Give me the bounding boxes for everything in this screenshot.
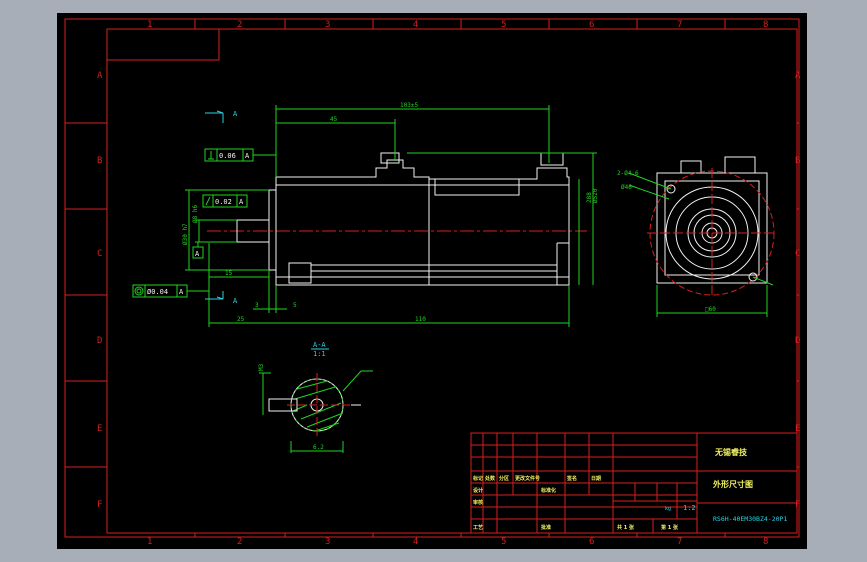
col-label: 7	[677, 20, 682, 30]
col-label: 5	[501, 537, 506, 547]
dim-15: 15	[225, 270, 233, 277]
perp-value: 0.06	[219, 152, 236, 160]
row-label: B	[795, 156, 800, 166]
sheet-number: 第 1 张	[661, 524, 679, 531]
col-label: 5	[501, 20, 506, 30]
dim-60: □60	[705, 306, 716, 313]
header-cell: 签名	[566, 475, 577, 482]
row-label: 设计	[473, 487, 483, 494]
section-arrow-label: A	[233, 297, 238, 305]
company-name: 无锡睿技	[714, 447, 748, 457]
part-number: RS6H-40EM30BZ4-20P1	[713, 515, 787, 523]
col-label: 4	[413, 20, 418, 30]
row-label: 审核	[473, 499, 483, 506]
header-cell: 处数	[484, 475, 496, 482]
section-scale: 1:1	[313, 350, 326, 358]
dim-5: 5	[293, 302, 297, 309]
section-arrow-top	[205, 110, 224, 123]
dim-110: 110	[415, 316, 426, 323]
key-dim: M3	[258, 363, 265, 371]
conc-datum: A	[179, 288, 184, 296]
concentricity-frame	[132, 284, 209, 298]
row-label: C	[795, 249, 800, 259]
front-dimensions	[628, 172, 774, 317]
flat-value: 0.02	[215, 198, 232, 206]
dim-45: 45	[330, 116, 338, 123]
col-label: 6	[589, 537, 594, 547]
mid-label: 批准	[541, 524, 551, 531]
row-label: D	[97, 336, 102, 346]
flat-datum: A	[239, 198, 244, 206]
row-label: A	[97, 71, 103, 81]
row-label: 工艺	[473, 524, 483, 531]
scale-value: 1:2	[683, 504, 696, 512]
header-cell: 标记	[472, 475, 483, 482]
col-label: 8	[763, 20, 768, 30]
dim-103: 103±5	[400, 102, 418, 109]
row-label: B	[97, 156, 102, 166]
col-label: 3	[325, 537, 330, 547]
col-label: 6	[589, 20, 594, 30]
outer-border	[64, 18, 800, 538]
datum-letter: A	[195, 250, 200, 258]
section-arrow-label: A	[233, 110, 238, 118]
row-label: E	[97, 424, 102, 434]
col-label: 2	[237, 20, 242, 30]
row-label: D	[795, 336, 800, 346]
cad-drawing: 1 2 3 4 5 6 7 8 1 2 3 4 5 6 7 8 A B C D …	[64, 18, 801, 547]
dim-h30: Ø30 h7	[182, 223, 189, 245]
row-label: F	[97, 500, 102, 510]
sheet-total: 共 1 张	[617, 524, 635, 531]
col-label: 2	[237, 537, 242, 547]
perp-datum: A	[245, 152, 250, 160]
header-cell: 日期	[591, 475, 601, 482]
mass-label: kg	[665, 506, 671, 512]
corner-stamp-box	[107, 29, 220, 61]
col-label: 3	[325, 20, 330, 30]
drawing-name: 外形尺寸图	[713, 479, 753, 489]
title-header-row: 标记 处数 分区 更改文件号 签名 日期	[472, 475, 601, 482]
side-dimensions	[185, 105, 597, 327]
dim-46: Ø46	[621, 184, 632, 191]
col-label: 1	[147, 537, 152, 547]
col-label: 4	[413, 537, 418, 547]
col-label: 1	[147, 20, 152, 30]
row-label: A	[795, 71, 801, 81]
perpendicularity-frame	[204, 148, 276, 162]
header-cell: 更改文件号	[515, 475, 540, 482]
header-cell: 分区	[499, 475, 509, 482]
dim-3: 3	[255, 302, 259, 309]
col-label: 7	[677, 537, 682, 547]
mid-label: 标准化	[540, 487, 556, 494]
row-label: F	[795, 500, 800, 510]
section-view: A-A 1:1 M3 6.2	[258, 341, 373, 453]
dim-25: 25	[237, 316, 245, 323]
section-arrow-bottom	[205, 291, 224, 300]
motor-side-view	[207, 152, 587, 286]
grid-ticks	[65, 19, 799, 537]
dim-holes: 2-Ø4.6	[617, 170, 639, 177]
drawing-canvas: 1 2 3 4 5 6 7 8 1 2 3 4 5 6 7 8 A B C D …	[57, 13, 807, 549]
motor-front-view	[647, 156, 777, 298]
conc-value: Ø0.04	[147, 288, 168, 296]
section-title: A-A	[313, 341, 326, 349]
dim-h8: Ø8 h6	[192, 205, 199, 223]
row-label: C	[97, 249, 102, 259]
dim-62: 6.2	[313, 444, 324, 451]
col-label: 8	[763, 537, 768, 547]
dim-520: Ø520	[592, 188, 599, 203]
